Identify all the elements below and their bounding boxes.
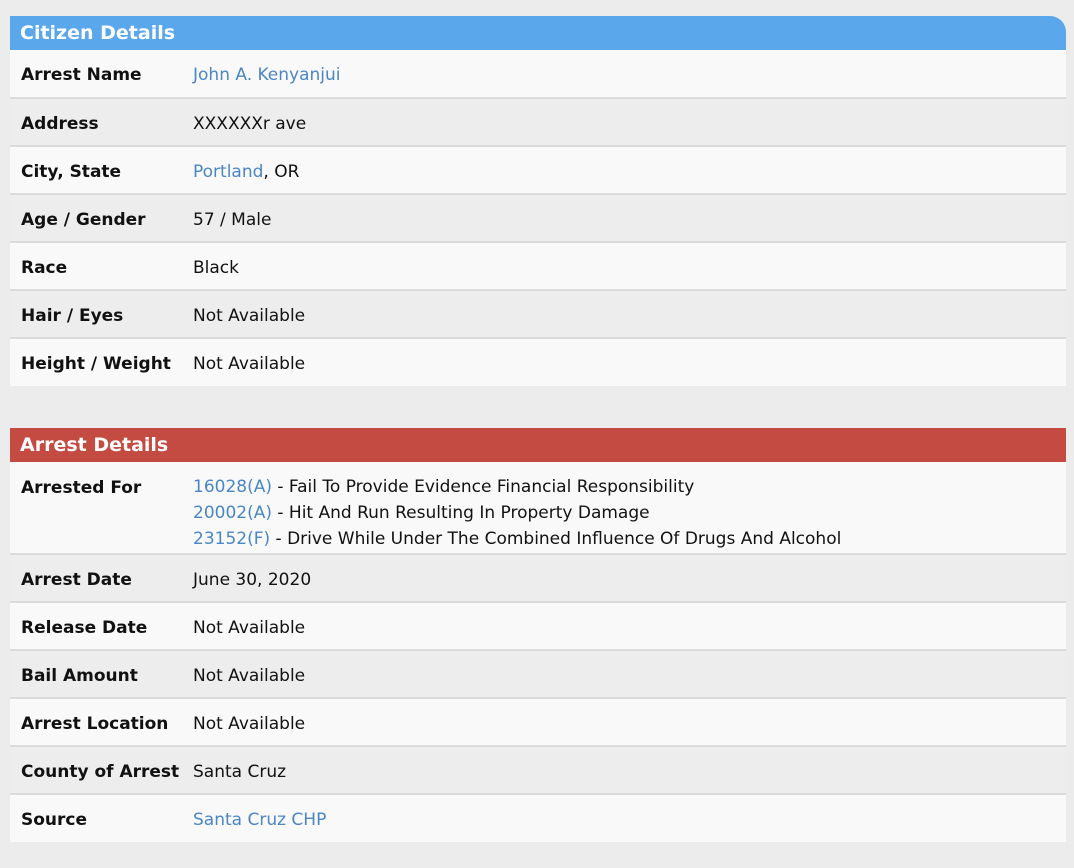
- city-link[interactable]: Portland: [193, 162, 263, 182]
- charge-description: - Drive While Under The Combined Influen…: [270, 529, 842, 549]
- table-row: Hair / Eyes Not Available: [10, 290, 1066, 338]
- address-label: Address: [21, 114, 99, 134]
- county-value: Santa Cruz: [193, 762, 287, 782]
- arrest-date-label: Arrest Date: [21, 570, 132, 590]
- arrest-location-label: Arrest Location: [21, 714, 169, 734]
- age-gender-value: 57 / Male: [193, 210, 272, 230]
- arrest-details-table: Arrested For 16028(A) - Fail To Provide …: [10, 462, 1066, 842]
- citizen-details-header: Citizen Details: [10, 16, 1066, 50]
- charge-code-link[interactable]: 23152(F): [193, 529, 270, 549]
- height-weight-value: Not Available: [193, 354, 306, 374]
- table-row: City, State Portland, OR: [10, 146, 1066, 194]
- release-date-value: Not Available: [193, 618, 306, 638]
- charge-description: - Fail To Provide Evidence Financial Res…: [271, 477, 695, 497]
- arrested-for-label: Arrested For: [21, 478, 142, 498]
- table-row: Race Black: [10, 242, 1066, 290]
- county-label: County of Arrest: [21, 762, 180, 782]
- race-value: Black: [193, 258, 239, 278]
- address-value: XXXXXXr ave: [193, 114, 307, 134]
- source-label: Source: [21, 810, 88, 830]
- charge-code-link[interactable]: 20002(A): [193, 503, 272, 523]
- table-row: Bail Amount Not Available: [10, 650, 1066, 698]
- table-row: Arrested For 16028(A) - Fail To Provide …: [10, 462, 1066, 554]
- charges-list: 16028(A) - Fail To Provide Evidence Fina…: [182, 462, 1066, 554]
- table-row: Arrest Location Not Available: [10, 698, 1066, 746]
- race-label: Race: [21, 258, 68, 278]
- arrest-record-page: Citizen Details Arrest Name John A. Keny…: [0, 0, 1074, 868]
- table-row: County of Arrest Santa Cruz: [10, 746, 1066, 794]
- charge-item: 16028(A) - Fail To Provide Evidence Fina…: [193, 474, 1065, 500]
- arrest-name-label: Arrest Name: [21, 65, 142, 85]
- arrest-name-link[interactable]: John A. Kenyanjui: [193, 65, 341, 85]
- source-link[interactable]: Santa Cruz CHP: [193, 810, 326, 830]
- arrest-details-header: Arrest Details: [10, 428, 1066, 462]
- table-row: Source Santa Cruz CHP: [10, 794, 1066, 842]
- charge-item: 23152(F) - Drive While Under The Combine…: [193, 526, 1065, 552]
- arrest-location-value: Not Available: [193, 714, 306, 734]
- table-row: Age / Gender 57 / Male: [10, 194, 1066, 242]
- charge-code-link[interactable]: 16028(A): [193, 477, 272, 497]
- table-row: Arrest Name John A. Kenyanjui: [10, 50, 1066, 98]
- table-row: Arrest Date June 30, 2020: [10, 554, 1066, 602]
- charge-description: - Hit And Run Resulting In Property Dama…: [271, 503, 650, 523]
- citizen-details-section: Citizen Details Arrest Name John A. Keny…: [10, 16, 1066, 386]
- bail-amount-value: Not Available: [193, 666, 306, 686]
- release-date-label: Release Date: [21, 618, 148, 638]
- city-state-value: Portland, OR: [182, 146, 1066, 194]
- bail-amount-label: Bail Amount: [21, 666, 138, 686]
- table-row: Height / Weight Not Available: [10, 338, 1066, 386]
- arrest-date-value: June 30, 2020: [193, 570, 312, 590]
- state-text: , OR: [263, 162, 300, 182]
- hair-eyes-label: Hair / Eyes: [21, 306, 124, 326]
- city-state-label: City, State: [21, 162, 122, 182]
- hair-eyes-value: Not Available: [193, 306, 306, 326]
- age-gender-label: Age / Gender: [21, 210, 146, 230]
- charge-item: 20002(A) - Hit And Run Resulting In Prop…: [193, 500, 1065, 526]
- arrest-details-section: Arrest Details Arrested For 16028(A) - F…: [10, 428, 1066, 842]
- citizen-details-table: Arrest Name John A. Kenyanjui Address XX…: [10, 50, 1066, 386]
- table-row: Release Date Not Available: [10, 602, 1066, 650]
- height-weight-label: Height / Weight: [21, 354, 171, 374]
- table-row: Address XXXXXXr ave: [10, 98, 1066, 146]
